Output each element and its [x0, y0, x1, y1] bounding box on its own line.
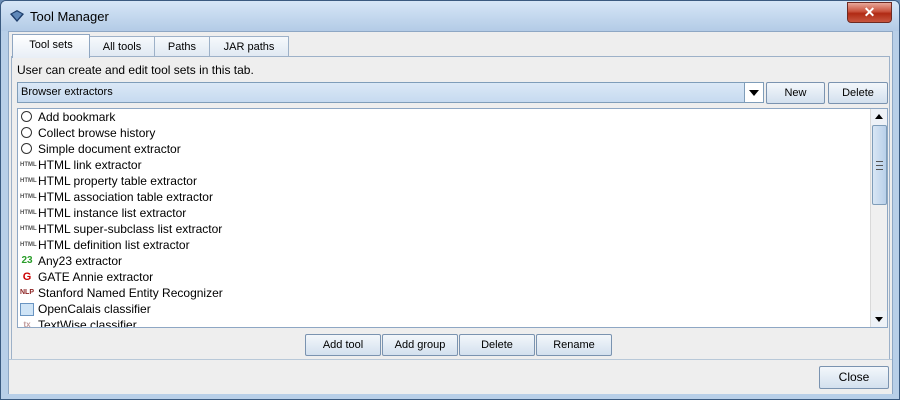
add-group-button[interactable]: Add group [382, 334, 458, 356]
scroll-down-arrow-icon[interactable] [871, 311, 887, 327]
list-item[interactable]: tx TextWise classifier [18, 317, 870, 328]
delete-toolset-button[interactable]: Delete [828, 82, 888, 104]
app-diamond-icon [10, 10, 24, 22]
toolset-select[interactable]: Browser extractors [17, 82, 764, 103]
list-item-label: Collect browse history [38, 126, 156, 140]
list-item[interactable]: Simple document extractor [18, 141, 870, 157]
window-close-icon[interactable]: ✕ [847, 2, 892, 23]
reload-icon [21, 127, 32, 138]
any23-icon: 23 [21, 255, 33, 266]
html-icon: HTML [20, 210, 37, 216]
html-icon: HTML [20, 178, 37, 184]
scroll-up-arrow-icon[interactable] [871, 109, 887, 125]
list-item-label: Any23 extractor [38, 254, 123, 268]
list-item-label: Simple document extractor [38, 142, 181, 156]
list-item[interactable]: NLP Stanford Named Entity Recognizer [18, 285, 870, 301]
rename-tool-button[interactable]: Rename [536, 334, 612, 356]
list-item-label: HTML definition list extractor [38, 238, 190, 252]
vertical-scrollbar[interactable] [870, 109, 887, 327]
gate-icon: G [22, 271, 32, 283]
list-item[interactable]: Add bookmark [18, 109, 870, 125]
new-toolset-button[interactable]: New [766, 82, 825, 104]
tab-paths[interactable]: Paths [154, 36, 210, 57]
close-button[interactable]: Close [819, 366, 889, 389]
html-icon: HTML [20, 226, 37, 232]
list-item-label: TextWise classifier [38, 318, 137, 328]
list-item-label: Stanford Named Entity Recognizer [38, 286, 223, 300]
panel-description: User can create and edit tool sets in th… [17, 63, 254, 77]
delete-tool-button[interactable]: Delete [459, 334, 535, 356]
list-item-label: OpenCalais classifier [38, 302, 151, 316]
scroll-thumb[interactable] [872, 125, 887, 205]
list-item[interactable]: HTML HTML instance list extractor [18, 205, 870, 221]
tools-list-items: Add bookmark Collect browse history Simple… [18, 109, 870, 328]
list-item[interactable]: 23 Any23 extractor [18, 253, 870, 269]
grip-icon [876, 161, 883, 170]
list-item[interactable]: HTML HTML super-subclass list extractor [18, 221, 870, 237]
list-item[interactable]: OpenCalais classifier [18, 301, 870, 317]
textwise-icon: tx [23, 320, 31, 328]
toolset-select-value: Browser extractors [21, 86, 113, 98]
list-item[interactable]: Collect browse history [18, 125, 870, 141]
opencalais-icon [20, 303, 34, 316]
window-title: Tool Manager [30, 9, 109, 24]
tool-sets-panel: User can create and edit tool sets in th… [11, 56, 890, 361]
list-item[interactable]: HTML HTML association table extractor [18, 189, 870, 205]
dialog-footer: Close [9, 359, 892, 394]
list-item-label: HTML link extractor [38, 158, 142, 172]
title-bar[interactable]: Tool Manager ✕ [1, 1, 899, 31]
client-area: Tool sets All tools Paths JAR paths User… [8, 31, 893, 394]
tools-list[interactable]: Add bookmark Collect browse history Simple… [17, 108, 888, 328]
html-icon: HTML [20, 162, 37, 168]
list-item-label: HTML association table extractor [38, 190, 213, 204]
list-item[interactable]: HTML HTML property table extractor [18, 173, 870, 189]
list-item-label: GATE Annie extractor [38, 270, 154, 284]
tab-jar-paths[interactable]: JAR paths [209, 36, 289, 57]
tab-tool-sets[interactable]: Tool sets [12, 34, 90, 58]
html-icon: HTML [20, 242, 37, 248]
tab-all-tools[interactable]: All tools [89, 36, 155, 57]
tool-manager-window: Tool Manager ✕ Tool sets All tools Paths… [0, 0, 900, 400]
list-item-label: HTML super-subclass list extractor [38, 222, 223, 236]
reload-icon [21, 143, 32, 154]
reload-icon [21, 111, 32, 122]
html-icon: HTML [20, 194, 37, 200]
nlp-icon: NLP [20, 289, 34, 296]
add-tool-button[interactable]: Add tool [305, 334, 381, 356]
list-item-label: HTML property table extractor [38, 174, 197, 188]
list-item[interactable]: G GATE Annie extractor [18, 269, 870, 285]
list-item[interactable]: HTML HTML definition list extractor [18, 237, 870, 253]
list-item-label: Add bookmark [38, 110, 116, 124]
list-item-label: HTML instance list extractor [38, 206, 187, 220]
dropdown-arrow-icon[interactable] [744, 83, 763, 102]
list-item[interactable]: HTML HTML link extractor [18, 157, 870, 173]
